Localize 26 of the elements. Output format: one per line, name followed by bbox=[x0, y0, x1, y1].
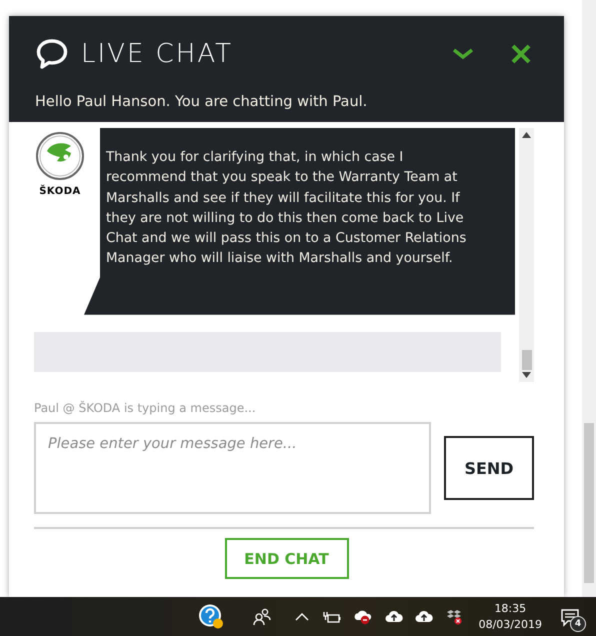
notification-icon[interactable] bbox=[560, 606, 580, 626]
typing-status: Paul @ ŠKODA is typing a message... bbox=[33, 400, 257, 415]
chevron-down-icon bbox=[452, 48, 474, 60]
cloud-icon[interactable] bbox=[352, 608, 373, 624]
chat-title: LIVE CHAT bbox=[81, 38, 234, 70]
clock-date[interactable]: 08/03/2019 bbox=[478, 616, 542, 632]
box-icon[interactable] bbox=[444, 608, 463, 624]
people-icon[interactable] bbox=[252, 608, 271, 626]
close-icon bbox=[511, 44, 531, 64]
greeting-text: Hello Paul Hanson. You are chatting with Paul. bbox=[35, 94, 368, 110]
message-input[interactable]: Please enter your message here... bbox=[34, 422, 431, 514]
scrollbar-thumb[interactable] bbox=[522, 350, 532, 370]
scroll-up-icon[interactable] bbox=[522, 132, 531, 138]
cloud-upload-icon[interactable] bbox=[384, 610, 403, 624]
cloud-upload-icon[interactable] bbox=[414, 610, 433, 624]
page-scrollbar[interactable] bbox=[584, 423, 594, 583]
notification-badge: 4 bbox=[570, 616, 586, 632]
brand-name: ŠKODA bbox=[39, 186, 81, 197]
agent-message: Thank you for clarifying that, in which case I recommend that you speak to the Warranty Team at Marshalls and see if they will facilitate this for you. If they are not willing to do this then come back to Live Chat and we will pass this on to a Customer Relations Manager who will liaise with Marshalls and yourself. bbox=[84, 128, 515, 315]
battery-icon[interactable] bbox=[322, 610, 341, 624]
chevron-up-icon[interactable] bbox=[294, 612, 309, 620]
scroll-down-icon[interactable] bbox=[522, 372, 531, 378]
send-button[interactable]: SEND bbox=[444, 436, 534, 500]
chat-bubble-icon bbox=[35, 38, 69, 70]
logo-icon bbox=[35, 131, 85, 181]
clock-time[interactable]: 18:35 bbox=[494, 600, 526, 616]
